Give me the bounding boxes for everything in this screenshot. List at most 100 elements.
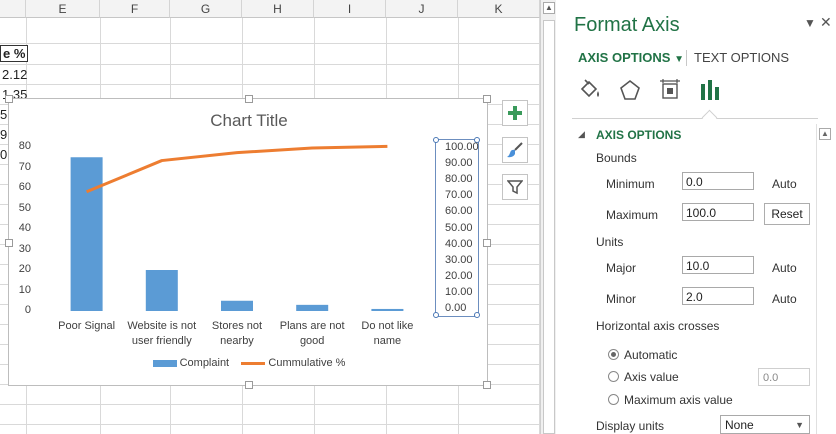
secondary-y-axis-tick-label: 70.00 bbox=[445, 189, 473, 202]
sheet-vertical-scrollbar[interactable]: ▲ bbox=[540, 0, 556, 434]
reset-button[interactable]: Reset bbox=[764, 203, 810, 225]
line-cumulative[interactable] bbox=[86, 144, 388, 194]
axis-options-button[interactable] bbox=[696, 76, 724, 104]
column-header-e[interactable]: E bbox=[26, 0, 100, 18]
bar-complaint[interactable] bbox=[221, 300, 253, 311]
tab-axis-options-label: AXIS OPTIONS bbox=[578, 50, 671, 65]
minimum-auto-label: Auto bbox=[772, 177, 797, 191]
x-axis-category-label-line: Poor Signal bbox=[58, 320, 116, 332]
axis-value-radio-label[interactable]: Axis value bbox=[624, 370, 679, 384]
cell-header[interactable]: e % bbox=[0, 45, 29, 62]
collapse-triangle-icon[interactable]: ◢ bbox=[578, 129, 585, 140]
minor-auto-label: Auto bbox=[772, 292, 797, 306]
legend-swatch-complaint bbox=[152, 359, 177, 367]
minimum-input[interactable]: 0.0 bbox=[682, 172, 754, 190]
y-axis-tick-label: 30 bbox=[18, 242, 31, 255]
minor-input[interactable]: 2.0 bbox=[682, 287, 754, 305]
secondary-y-axis-tick-label: 80.00 bbox=[445, 173, 473, 186]
cell-value[interactable]: 5 bbox=[0, 107, 7, 122]
x-axis-category-label-line: name bbox=[373, 335, 402, 347]
close-icon[interactable]: ✕ bbox=[820, 14, 832, 31]
automatic-radio[interactable] bbox=[608, 349, 619, 360]
pareto-chart[interactable]: Chart Title Complaint Cummulative % 0 10 2… bbox=[5, 95, 491, 389]
selection-handle[interactable] bbox=[433, 137, 439, 143]
y-axis-tick-label: 60 bbox=[18, 181, 31, 193]
column-header-h[interactable]: H bbox=[242, 0, 314, 18]
maximum-axis-value-radio[interactable] bbox=[608, 394, 619, 405]
bar-complaint[interactable] bbox=[70, 157, 103, 311]
bar-complaint[interactable] bbox=[371, 308, 404, 311]
scroll-thumb[interactable] bbox=[543, 20, 555, 434]
y-axis-tick-label: 70 bbox=[18, 160, 31, 173]
secondary-y-axis-tick-label: 30.00 bbox=[445, 253, 473, 266]
major-input[interactable]: 10.0 bbox=[682, 256, 754, 274]
scroll-up-icon[interactable]: ▲ bbox=[819, 128, 831, 140]
chart-styles-button[interactable] bbox=[502, 137, 528, 163]
major-auto-label: Auto bbox=[772, 261, 797, 275]
y-axis-tick-label: 0 bbox=[24, 304, 31, 316]
y-axis-tick-label: 20 bbox=[18, 263, 31, 275]
column-header-g[interactable]: G bbox=[170, 0, 242, 18]
horizontal-axis-crosses-label: Horizontal axis crosses bbox=[596, 319, 720, 333]
grid-line bbox=[0, 43, 540, 44]
cell-value[interactable]: 2.12 bbox=[2, 67, 27, 82]
tab-divider bbox=[686, 50, 687, 66]
major-label: Major bbox=[606, 261, 637, 275]
column-header-k[interactable]: K bbox=[458, 0, 540, 18]
chevron-down-icon: ▼ bbox=[795, 420, 804, 430]
axis-options-section-header[interactable]: AXIS OPTIONS bbox=[596, 128, 681, 142]
display-units-label: Display units bbox=[596, 419, 665, 433]
row-header-corner bbox=[0, 0, 26, 18]
pentagon-icon bbox=[620, 79, 640, 100]
secondary-y-axis-tick-label: 60.00 bbox=[445, 205, 473, 218]
filter-icon bbox=[507, 180, 523, 195]
x-axis-category-label-line: Do not like bbox=[361, 320, 414, 332]
legend-label-complaint: Complaint bbox=[179, 357, 230, 369]
effects-button[interactable] bbox=[616, 76, 644, 104]
bar-chart-icon bbox=[701, 80, 719, 100]
column-header-f[interactable]: F bbox=[100, 0, 170, 18]
pane-scrollbar[interactable]: ▲ bbox=[816, 124, 833, 434]
secondary-y-axis-tick-label: 10.00 bbox=[445, 285, 473, 298]
grid-line bbox=[0, 84, 540, 85]
paintbrush-icon bbox=[507, 142, 523, 158]
display-units-select[interactable]: None ▼ bbox=[720, 415, 810, 434]
x-axis-category-label-line: nearby bbox=[220, 335, 254, 347]
secondary-y-axis-tick-label: 20.00 bbox=[445, 269, 473, 282]
x-axis-category-label: Stores not nearby bbox=[199, 319, 275, 349]
selection-handle[interactable] bbox=[433, 312, 439, 318]
secondary-y-axis-tick-label: 90.00 bbox=[445, 157, 473, 170]
chart-legend[interactable]: Complaint Cummulative % bbox=[9, 357, 489, 369]
maximum-label: Maximum bbox=[606, 208, 659, 222]
format-axis-pane: Format Axis ▼ ✕ AXIS OPTIONS ▼ TEXT OPTI… bbox=[564, 0, 836, 434]
column-header-i[interactable]: I bbox=[314, 0, 386, 18]
tab-axis-options[interactable]: AXIS OPTIONS ▼ bbox=[578, 50, 684, 65]
cell-value[interactable]: 0 bbox=[0, 147, 7, 162]
column-header-j[interactable]: J bbox=[386, 0, 458, 18]
legend-label-cumulative: Cummulative % bbox=[268, 357, 346, 369]
selection-handle[interactable] bbox=[474, 312, 480, 318]
size-properties-button[interactable] bbox=[656, 76, 684, 104]
chart-filters-button[interactable] bbox=[502, 174, 528, 200]
chart-elements-button[interactable] bbox=[502, 100, 528, 126]
y-axis-tick-label: 10 bbox=[18, 283, 31, 296]
fill-line-button[interactable] bbox=[576, 76, 604, 104]
bounds-label: Bounds bbox=[596, 151, 637, 165]
maximum-axis-value-radio-label[interactable]: Maximum axis value bbox=[624, 393, 733, 407]
pane-divider bbox=[572, 118, 818, 119]
bar-complaint[interactable] bbox=[296, 304, 329, 311]
grid-line bbox=[0, 64, 540, 65]
automatic-radio-label[interactable]: Automatic bbox=[624, 348, 677, 362]
bar-complaint[interactable] bbox=[145, 270, 178, 311]
pane-title: Format Axis bbox=[574, 14, 680, 36]
maximum-input[interactable]: 100.0 bbox=[682, 203, 754, 221]
x-axis-category-label-line: Plans are not bbox=[279, 320, 345, 332]
tab-text-options[interactable]: TEXT OPTIONS bbox=[694, 50, 789, 65]
secondary-y-axis-tick-label: 0.00 bbox=[445, 302, 467, 314]
secondary-y-axis-tick-label: 50.00 bbox=[445, 221, 473, 234]
scroll-up-icon[interactable]: ▲ bbox=[543, 2, 555, 14]
axis-value-radio[interactable] bbox=[608, 371, 619, 382]
pane-options-dropdown-icon[interactable]: ▼ bbox=[804, 16, 816, 30]
x-axis-category-label: Do not like name bbox=[349, 319, 425, 349]
cell-value[interactable]: 9 bbox=[0, 127, 7, 142]
